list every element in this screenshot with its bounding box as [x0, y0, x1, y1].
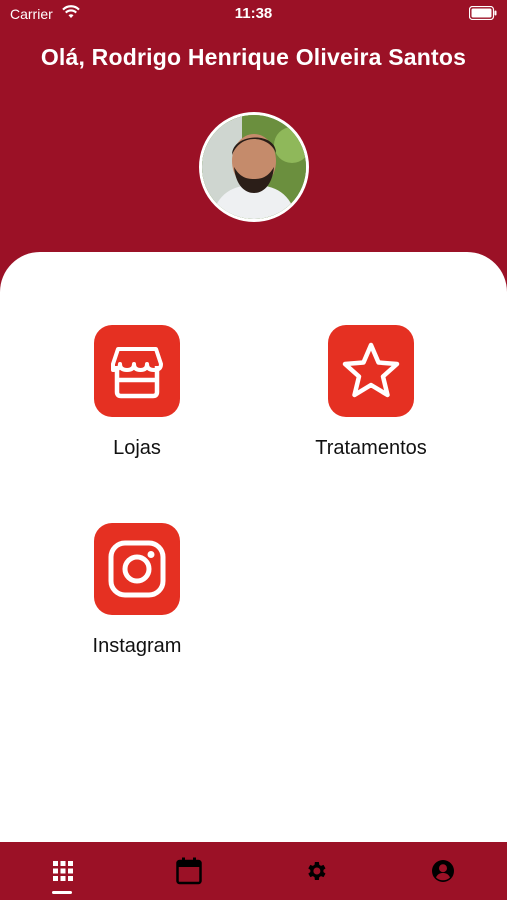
- menu-item-instagram[interactable]: Instagram: [57, 523, 217, 658]
- status-time: 11:38: [234, 5, 273, 22]
- menu-item-label: Tratamentos: [315, 437, 427, 459]
- star-icon: [328, 325, 414, 417]
- menu-item-lojas[interactable]: Lojas: [57, 325, 217, 460]
- avatar[interactable]: [199, 112, 309, 222]
- account-icon: [432, 860, 454, 882]
- greeting-title: Olá, Rodrigo Henrique Oliveira Santos: [40, 44, 467, 70]
- menu-item-tratamentos[interactable]: Tratamentos: [291, 325, 451, 460]
- menu-item-label: Lojas: [113, 437, 161, 459]
- main-content: Lojas Tratamentos Instagram: [0, 252, 507, 842]
- tab-profile[interactable]: [380, 842, 506, 900]
- grid-icon: [53, 861, 73, 881]
- store-icon: [94, 325, 180, 417]
- menu-item-label: Instagram: [92, 635, 182, 657]
- battery-icon: [469, 6, 497, 20]
- gear-icon: [308, 862, 326, 880]
- calendar-icon: [176, 857, 202, 885]
- instagram-icon: [94, 523, 180, 615]
- tab-home[interactable]: [0, 842, 126, 900]
- status-bar: Carrier 11:38: [0, 0, 507, 28]
- tab-bar: [0, 842, 507, 900]
- profile-photo: [202, 115, 306, 219]
- active-tab-indicator: [52, 891, 72, 894]
- tab-calendar[interactable]: [126, 842, 252, 900]
- tab-settings[interactable]: [253, 842, 379, 900]
